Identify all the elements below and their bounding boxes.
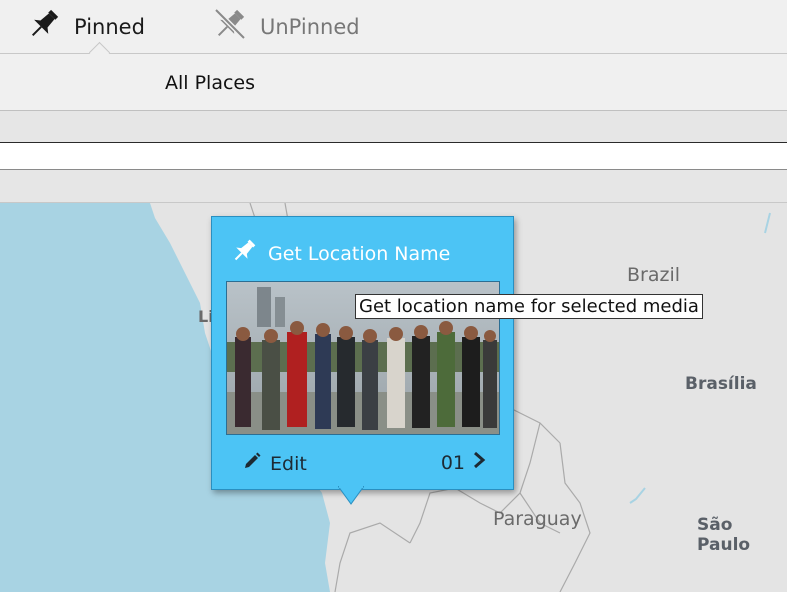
- chevron-right-icon: [471, 451, 487, 474]
- toolbar-strip: [0, 111, 787, 143]
- toolbar-strip-lower: [0, 170, 787, 203]
- tooltip: Get location name for selected media: [355, 294, 703, 319]
- tab-bar: Pinned UnPinned: [0, 0, 787, 64]
- get-location-name-button[interactable]: Get Location Name: [230, 237, 450, 270]
- unpin-icon: [212, 6, 248, 47]
- filter-all-places[interactable]: All Places: [165, 72, 255, 94]
- pin-icon: [230, 237, 258, 270]
- popup-pointer: [338, 486, 364, 505]
- filter-bar: All Places: [0, 54, 787, 111]
- pencil-icon: [242, 451, 262, 476]
- tab-label: UnPinned: [260, 14, 360, 39]
- popup-title: Get Location Name: [268, 242, 451, 265]
- location-popup: Get Location Name Edit 01: [211, 216, 514, 490]
- pin-icon: [26, 6, 62, 47]
- map-label-sao-paulo: São Paulo: [697, 515, 751, 555]
- map-label-brasilia: Brasília: [685, 374, 757, 394]
- tab-unpinned[interactable]: UnPinned: [212, 0, 360, 53]
- tab-label: Pinned: [74, 14, 145, 39]
- map-label-paraguay: Paraguay: [493, 508, 582, 530]
- media-count: 01: [440, 451, 465, 474]
- edit-label: Edit: [270, 452, 307, 475]
- tab-pinned[interactable]: Pinned: [26, 0, 145, 53]
- search-strip[interactable]: [0, 143, 787, 170]
- edit-button[interactable]: Edit: [242, 451, 307, 476]
- next-media-button[interactable]: 01: [441, 451, 487, 474]
- map-label-brazil: Brazil: [627, 264, 681, 286]
